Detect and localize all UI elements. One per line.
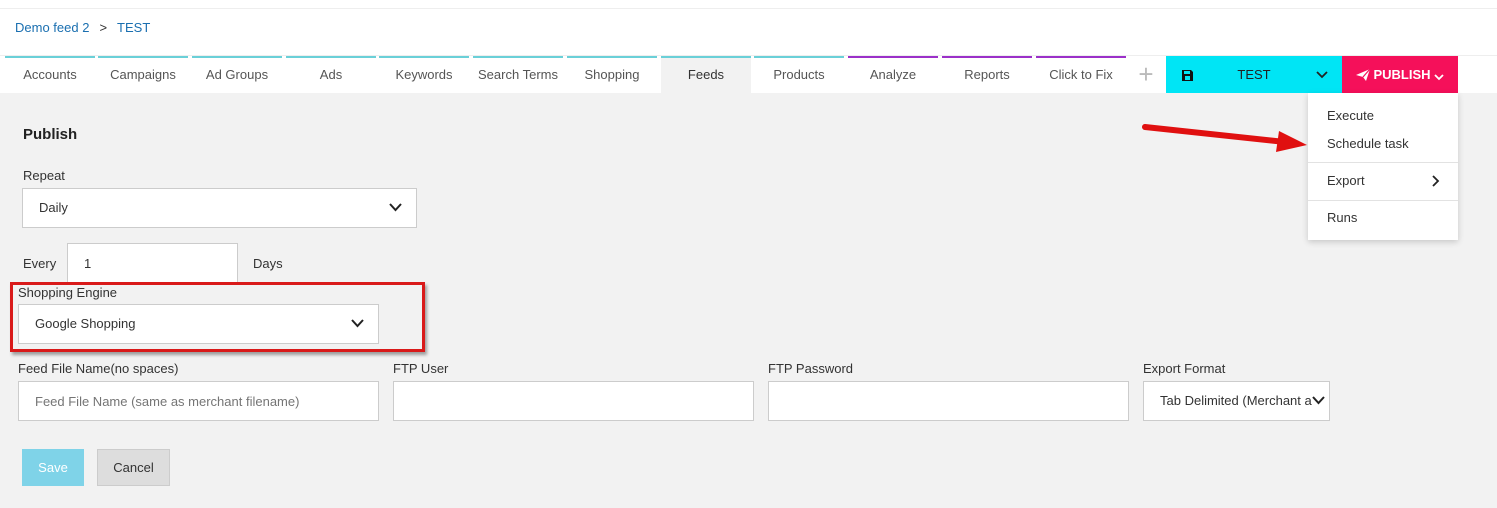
plus-icon[interactable]: + [1134, 61, 1158, 87]
tab-ad-groups[interactable]: Ad Groups [192, 56, 282, 93]
menu-item-runs[interactable]: Runs [1308, 204, 1458, 232]
every-label: Every [23, 256, 57, 271]
annotation-arrow [1142, 124, 1307, 152]
export-format-label: Export Format [1143, 361, 1226, 376]
export-format-select-value: Tab Delimited (Merchant a [1160, 393, 1312, 408]
tab-accounts[interactable]: Accounts [5, 56, 95, 93]
tab-shopping[interactable]: Shopping [567, 56, 657, 93]
feed-selector-dropdown[interactable]: TEST [1166, 56, 1342, 93]
top-bar: Demo feed 2 > TEST [0, 0, 1497, 56]
menu-item-execute[interactable]: Execute [1308, 102, 1458, 130]
tab-feeds[interactable]: Feeds [661, 56, 751, 93]
tab-reports[interactable]: Reports [942, 56, 1032, 93]
feed-file-name-input[interactable] [18, 381, 379, 421]
publish-dropdown-menu: Execute Schedule task Export Runs [1308, 93, 1458, 240]
repeat-select[interactable]: Daily [22, 188, 417, 228]
menu-divider [1308, 162, 1458, 163]
tab-products[interactable]: Products [754, 56, 844, 93]
breadcrumb-separator: > [99, 20, 108, 35]
menu-item-schedule-task[interactable]: Schedule task [1308, 130, 1458, 158]
breadcrumb: Demo feed 2 > TEST [15, 20, 150, 35]
feed-file-name-label: Feed File Name(no spaces) [18, 361, 179, 376]
tab-keywords[interactable]: Keywords [379, 56, 469, 93]
chevron-down-icon [1316, 71, 1328, 79]
page-title: Publish [23, 126, 78, 143]
tab-campaigns[interactable]: Campaigns [98, 56, 188, 93]
chevron-right-icon [1432, 175, 1440, 187]
days-label: Days [253, 256, 283, 271]
tab-search-terms[interactable]: Search Terms [473, 56, 563, 93]
ftp-user-label: FTP User [393, 361, 449, 376]
breadcrumb-current-link[interactable]: TEST [117, 20, 150, 35]
save-button[interactable]: Save [22, 449, 84, 486]
cancel-button[interactable]: Cancel [97, 449, 170, 486]
chevron-down-icon [1434, 74, 1444, 81]
publish-button[interactable]: PUBLISH [1342, 56, 1458, 93]
every-input[interactable] [67, 243, 238, 283]
chevron-down-icon [1312, 396, 1325, 405]
menu-item-export-label: Export [1327, 173, 1365, 188]
tab-click-to-fix[interactable]: Click to Fix [1036, 56, 1126, 93]
menu-item-export[interactable]: Export [1308, 167, 1458, 195]
ftp-user-input[interactable] [393, 381, 754, 421]
tab-analyze[interactable]: Analyze [848, 56, 938, 93]
top-divider [0, 8, 1497, 9]
annotation-highlight-box [10, 282, 425, 352]
ftp-password-input[interactable] [768, 381, 1129, 421]
menu-divider [1308, 200, 1458, 201]
repeat-select-value: Daily [39, 200, 68, 215]
tab-ads[interactable]: Ads [286, 56, 376, 93]
ftp-password-label: FTP Password [768, 361, 854, 376]
chevron-down-icon [389, 203, 402, 212]
breadcrumb-parent-link[interactable]: Demo feed 2 [15, 20, 89, 35]
export-format-select[interactable]: Tab Delimited (Merchant a [1143, 381, 1330, 421]
repeat-label: Repeat [23, 168, 65, 183]
publish-button-label: PUBLISH [1373, 67, 1431, 82]
paper-plane-icon [1355, 68, 1371, 81]
